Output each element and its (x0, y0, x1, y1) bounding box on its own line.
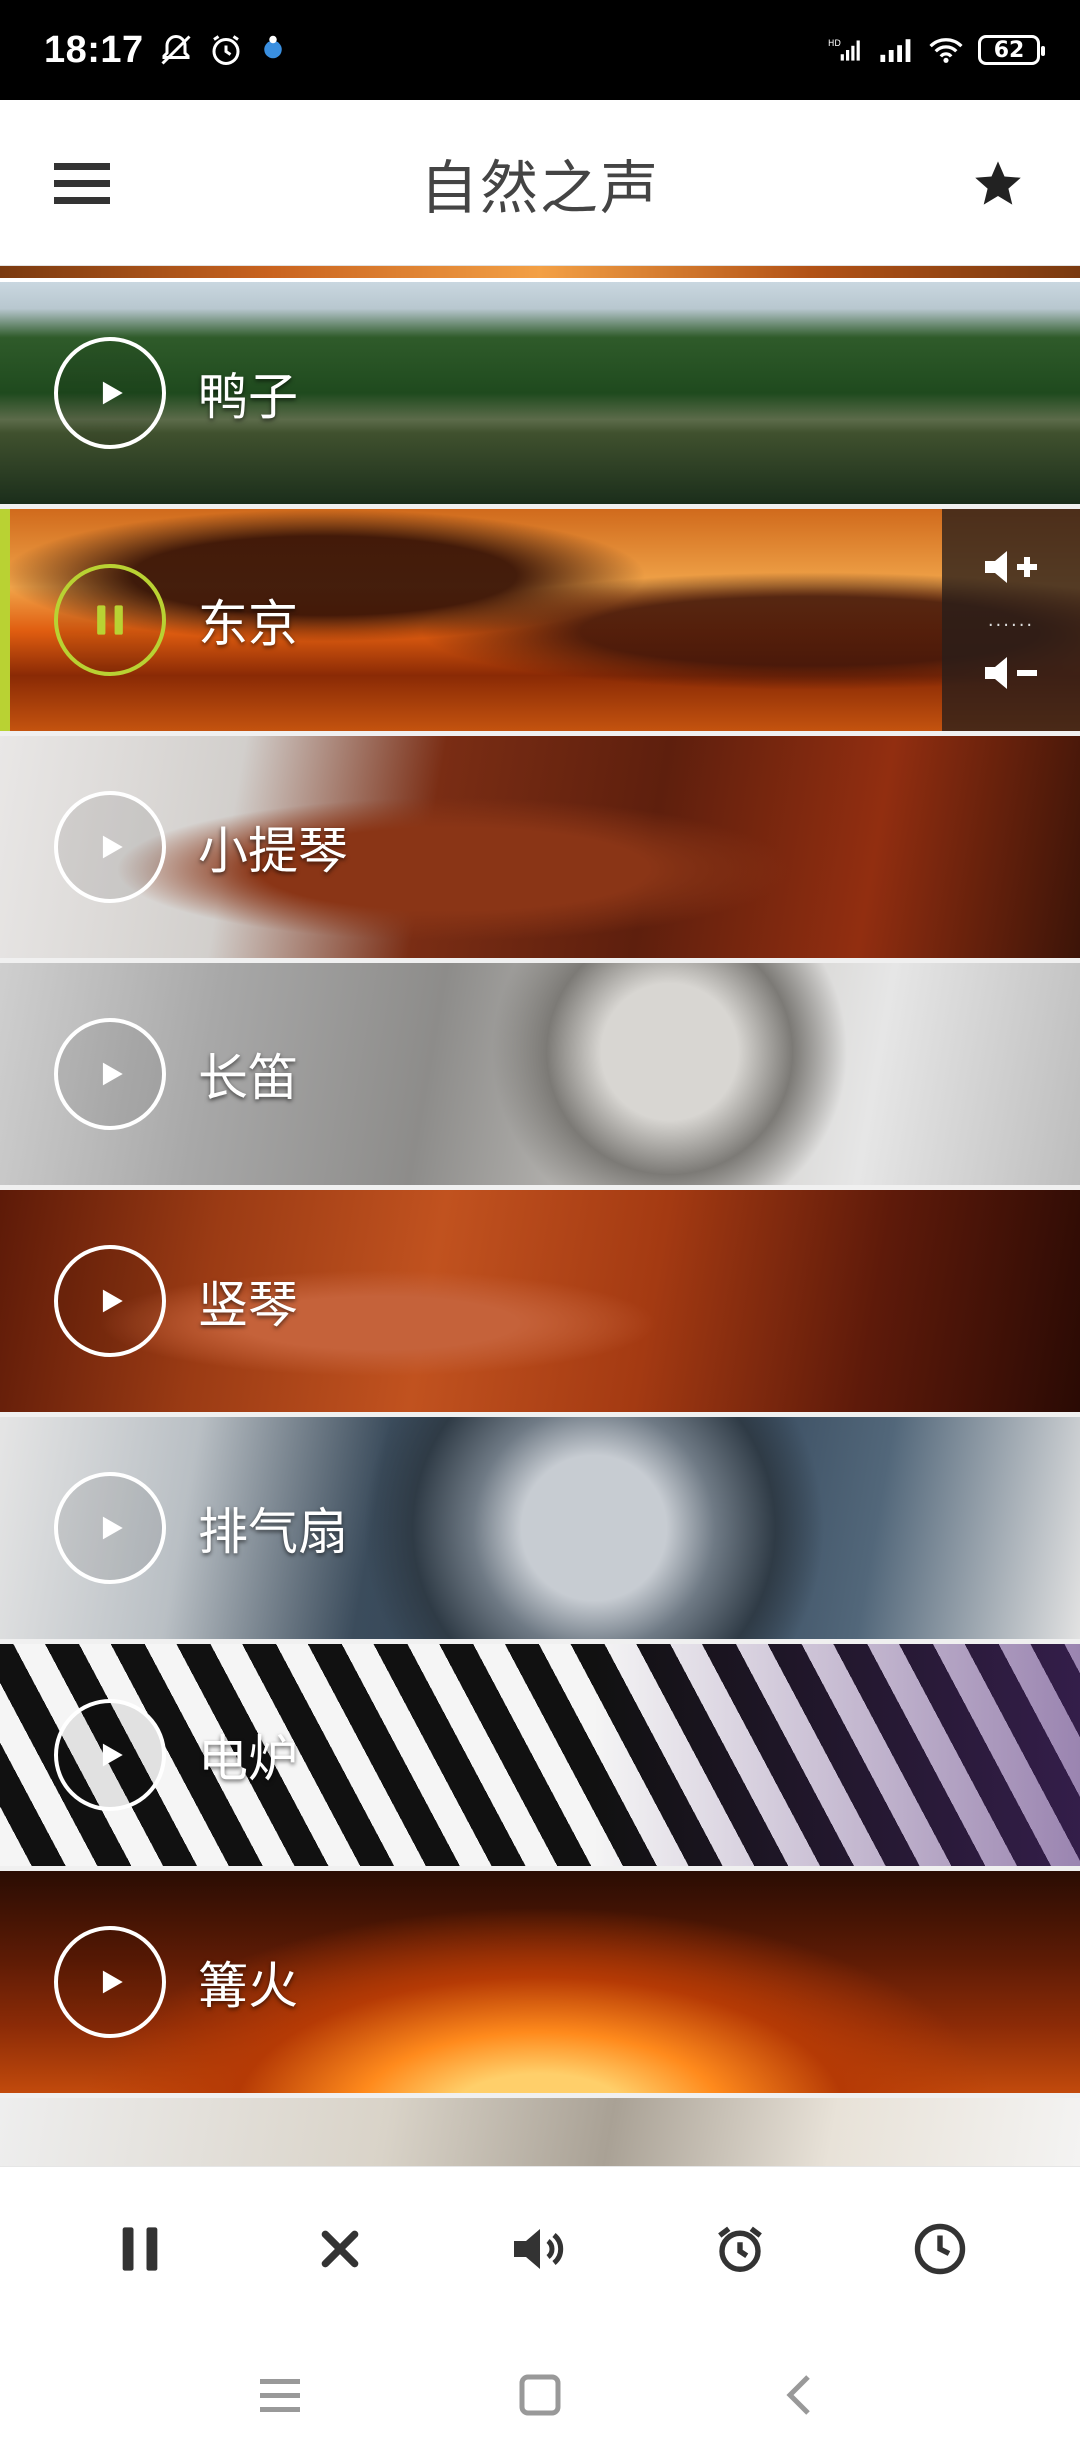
play-button[interactable] (54, 1926, 166, 2038)
hamburger-icon (54, 162, 110, 204)
play-icon (102, 1743, 123, 1767)
volume-down-button[interactable] (976, 643, 1046, 703)
stop-all-button[interactable] (300, 2209, 380, 2289)
close-icon (321, 2230, 359, 2267)
play-icon (102, 1062, 123, 1086)
play-icon (102, 1516, 123, 1540)
active-indicator (0, 509, 10, 731)
signal-icon (878, 32, 914, 68)
volume-up-icon (985, 551, 1037, 583)
menu-button[interactable] (50, 151, 114, 215)
volume-icon (514, 2228, 564, 2269)
back-button[interactable] (770, 2365, 830, 2425)
play-button[interactable] (54, 337, 166, 449)
pause-button[interactable] (54, 564, 166, 676)
sound-row-violin[interactable]: 小提琴 (0, 736, 1080, 958)
hd-signal-icon: HD (828, 32, 864, 68)
play-icon (102, 1970, 123, 1994)
wifi-icon (928, 32, 964, 68)
favorites-button[interactable] (966, 151, 1030, 215)
app-notification-icon (258, 32, 294, 68)
play-button[interactable] (54, 1245, 166, 1357)
app-bar: 自然之声 (0, 100, 1080, 266)
play-button[interactable] (54, 791, 166, 903)
volume-up-button[interactable] (976, 537, 1046, 597)
previous-item-edge (0, 266, 1080, 282)
sound-row-campfire[interactable]: 篝火 (0, 1871, 1080, 2093)
pause-icon (97, 605, 123, 635)
sound-row-partial[interactable] (0, 2098, 1080, 2166)
system-nav-bar (0, 2330, 1080, 2460)
sound-label: 小提琴 (198, 822, 348, 880)
status-time: 18:17 (44, 28, 144, 71)
sound-label: 长笛 (198, 1049, 298, 1107)
recent-apps-button[interactable] (250, 2365, 310, 2425)
page-title: 自然之声 (419, 153, 660, 222)
sleep-timer-button[interactable] (900, 2209, 980, 2289)
volume-down-icon (985, 657, 1037, 689)
back-icon (786, 2375, 810, 2415)
sound-label: 排气扇 (198, 1503, 348, 1561)
play-button[interactable] (54, 1472, 166, 1584)
play-icon (102, 381, 123, 405)
alarm-clock-icon (718, 2226, 762, 2272)
alarm-button[interactable] (700, 2209, 780, 2289)
sound-row-tokyo[interactable]: 东京 ...... (0, 509, 1080, 731)
battery-icon: 62 (978, 35, 1045, 65)
timer-clock-icon (914, 2223, 966, 2274)
sound-row-exhaust-fan[interactable]: 排气扇 (0, 1417, 1080, 1639)
pause-icon (122, 2226, 158, 2271)
play-icon (102, 1289, 123, 1313)
alarm-icon (208, 32, 244, 68)
sound-label: 东京 (198, 595, 298, 653)
star-icon (975, 160, 1021, 205)
master-volume-button[interactable] (500, 2209, 580, 2289)
volume-panel: ...... (942, 509, 1080, 731)
play-button[interactable] (54, 1699, 166, 1811)
recent-apps-icon (260, 2379, 300, 2412)
play-icon (102, 835, 123, 859)
pause-all-button[interactable] (100, 2209, 180, 2289)
play-button[interactable] (54, 1018, 166, 1130)
volume-level-dots[interactable]: ...... (988, 610, 1034, 631)
sound-row-electric-heater[interactable]: 电炉 (0, 1644, 1080, 1866)
svg-text:HD: HD (828, 38, 841, 48)
sound-label: 篝火 (198, 1957, 298, 2015)
status-bar: 18:17 HD 62 (0, 0, 1080, 100)
sound-row-duck[interactable]: 鸭子 (0, 282, 1080, 504)
home-button[interactable] (510, 2365, 570, 2425)
sound-list[interactable]: 鸭子 东京 ...... 小提琴 长笛 竖琴 排气扇 电炉 篝火 (0, 266, 1080, 2166)
sound-row-harp[interactable]: 竖琴 (0, 1190, 1080, 1412)
mute-bell-icon (158, 32, 194, 68)
playback-controls (0, 2166, 1080, 2330)
sound-label: 竖琴 (198, 1276, 298, 1334)
sound-row-flute[interactable]: 长笛 (0, 963, 1080, 1185)
sound-label: 鸭子 (198, 368, 298, 426)
status-left: 18:17 (44, 29, 294, 72)
sound-label: 电炉 (198, 1730, 298, 1788)
status-right: HD 62 (828, 32, 1045, 68)
home-icon (519, 2374, 561, 2416)
